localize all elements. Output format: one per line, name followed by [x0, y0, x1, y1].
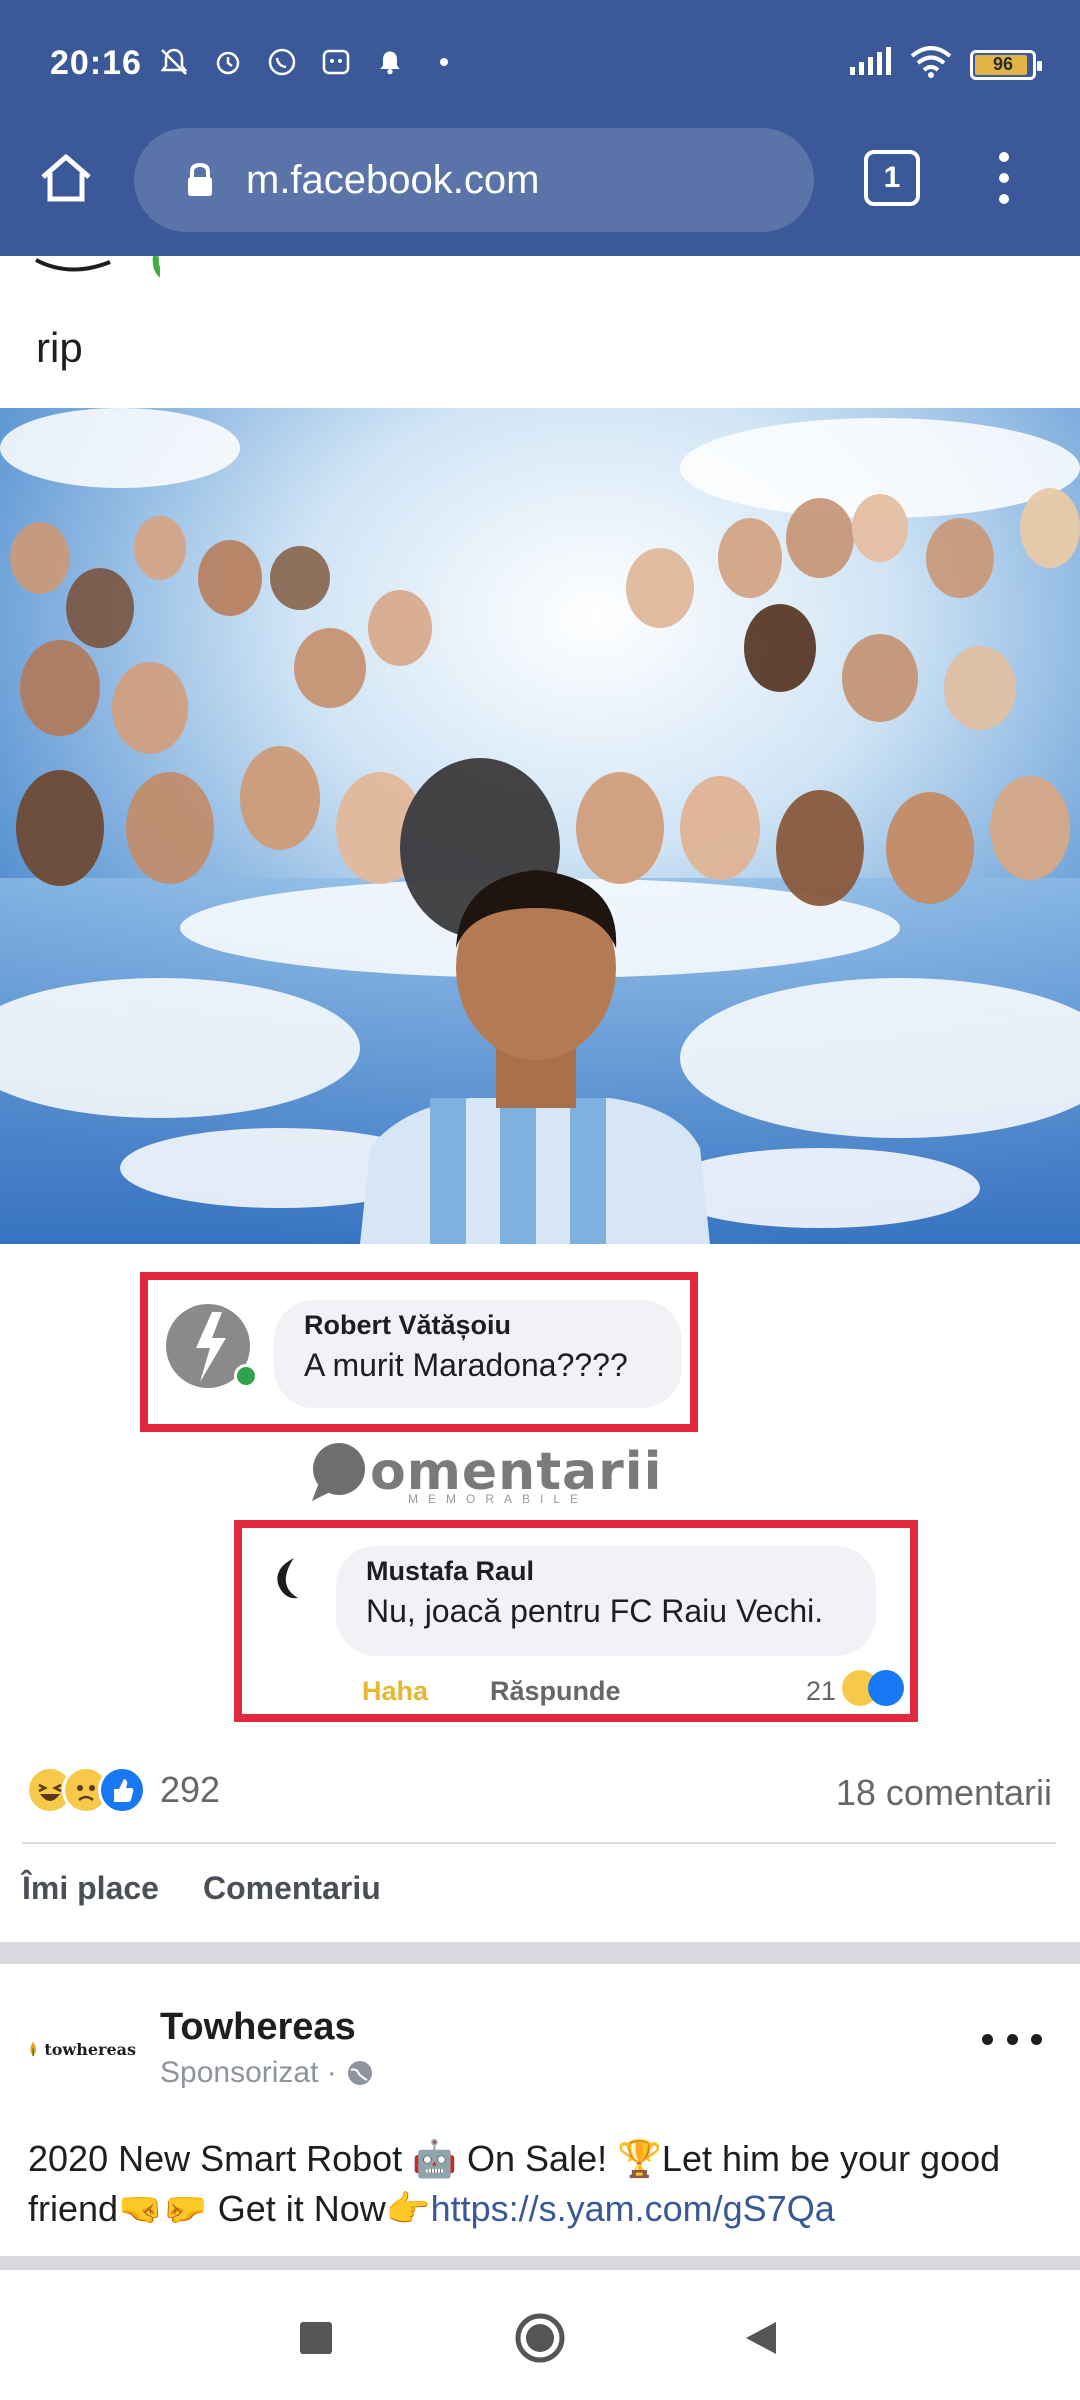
reaction-count: 292	[160, 1769, 221, 1810]
advertiser-logo-text: towhereas	[44, 2039, 136, 2059]
status-notification-icons	[156, 44, 462, 80]
system-navigation-bar	[0, 2270, 1080, 2400]
alarm-icon	[210, 44, 246, 80]
advertiser-name[interactable]: Towhereas	[160, 2006, 356, 2049]
home-nav-button[interactable]	[512, 2310, 568, 2366]
battery-level: 96	[992, 54, 1014, 74]
address-bar[interactable]: m.facebook.com	[134, 128, 814, 232]
reaction-summary[interactable]: 292	[26, 1766, 220, 1814]
speech-bubble-icon	[312, 1443, 365, 1501]
back-button[interactable]	[732, 2310, 788, 2366]
options-dot	[1031, 2033, 1042, 2045]
menu-dot	[999, 152, 1009, 162]
sponsored-link[interactable]: https://s.yam.com/gS7Qa	[431, 2188, 835, 2229]
url-text: m.facebook.com	[246, 157, 540, 202]
feed-separator	[0, 2256, 1080, 2270]
circle-home-icon	[515, 2313, 565, 2363]
post-image[interactable]	[0, 408, 1080, 1244]
commenter-name: Mustafa Raul	[366, 1556, 535, 1586]
post-author-avatar-partial	[30, 256, 160, 278]
watermark-logo: omentarii MEMORABILE	[308, 1440, 662, 1506]
lock-icon	[184, 160, 216, 200]
wifi-icon	[910, 46, 952, 83]
status-system-icons: 96	[848, 46, 1042, 83]
sponsored-meta: Sponsorizat ·	[160, 2056, 375, 2090]
reply-label: Răspunde	[490, 1676, 621, 1706]
comment-count-link[interactable]: 18 comentarii	[836, 1772, 1052, 1814]
watermark-subtitle: MEMORABILE	[408, 1492, 589, 1506]
whatsapp-icon	[264, 44, 300, 80]
home-button[interactable]	[34, 146, 98, 210]
comment-button[interactable]: Comentariu	[203, 1870, 381, 1907]
divider	[22, 1842, 1056, 1844]
muted-icon	[156, 44, 192, 80]
post-actions: Îmi place Comentariu	[22, 1870, 381, 1907]
feed-separator	[0, 1942, 1080, 1964]
status-time: 20:16	[50, 44, 142, 82]
comment-text: A murit Maradona????	[304, 1347, 628, 1383]
menu-dot	[999, 194, 1009, 204]
battery-icon: 96	[970, 49, 1042, 80]
options-dot	[982, 2033, 993, 2045]
home-icon	[41, 154, 91, 202]
square-icon	[300, 2322, 332, 2354]
dot-icon	[426, 44, 462, 80]
commenter-avatar	[264, 1554, 314, 1604]
recents-button[interactable]	[288, 2310, 344, 2366]
globe-icon	[347, 2061, 372, 2085]
advertiser-logo[interactable]: towhereas	[26, 2020, 136, 2078]
tab-count: 1	[883, 161, 901, 194]
leaf-drop-icon	[30, 2041, 36, 2057]
browser-toolbar: m.facebook.com 1	[0, 128, 1080, 256]
like-emoji-icon	[98, 1766, 146, 1814]
signal-icon	[848, 47, 892, 82]
meme-comment-screenshot: Robert Vătășoiu A murit Maradona???? ome…	[0, 1244, 1080, 1744]
overflow-menu-button[interactable]	[976, 146, 1032, 210]
online-status-dot	[234, 1364, 258, 1388]
like-emoji-icon	[868, 1670, 904, 1706]
status-bar: 20:16 96	[0, 0, 1080, 128]
comment-bubble: Mustafa Raul Nu, joacă pentru FC Raiu Ve…	[336, 1546, 876, 1656]
like-button[interactable]: Îmi place	[22, 1870, 159, 1907]
sponsored-label: Sponsorizat ·	[160, 2056, 337, 2089]
haha-reaction-label: Haha	[362, 1676, 429, 1706]
notification-bell-icon	[372, 44, 408, 80]
sponsored-post-text: 2020 New Smart Robot 🤖 On Sale! 🏆Let him…	[28, 2134, 1058, 2234]
top-chrome: 20:16 96 m.facebook.com 1	[0, 0, 1080, 256]
app-icon	[318, 44, 354, 80]
commenter-name: Robert Vătășoiu	[304, 1310, 512, 1340]
heaven-collage-image	[0, 408, 1080, 1244]
menu-dot	[999, 173, 1009, 183]
comment-reaction-count: 21	[806, 1676, 837, 1706]
comment-text: Nu, joacă pentru FC Raiu Vechi.	[366, 1593, 824, 1629]
highlighted-comment-2: Mustafa Raul Nu, joacă pentru FC Raiu Ve…	[234, 1520, 918, 1722]
options-dot	[1006, 2033, 1018, 2045]
post-options-button[interactable]	[982, 2024, 1042, 2054]
tab-switcher-button[interactable]: 1	[864, 150, 920, 206]
highlighted-comment-1: Robert Vătășoiu A murit Maradona????	[140, 1272, 698, 1432]
comment-bubble: Robert Vătășoiu A murit Maradona????	[274, 1300, 682, 1408]
post-text: rip	[36, 324, 83, 371]
triangle-back-icon	[746, 2322, 776, 2354]
